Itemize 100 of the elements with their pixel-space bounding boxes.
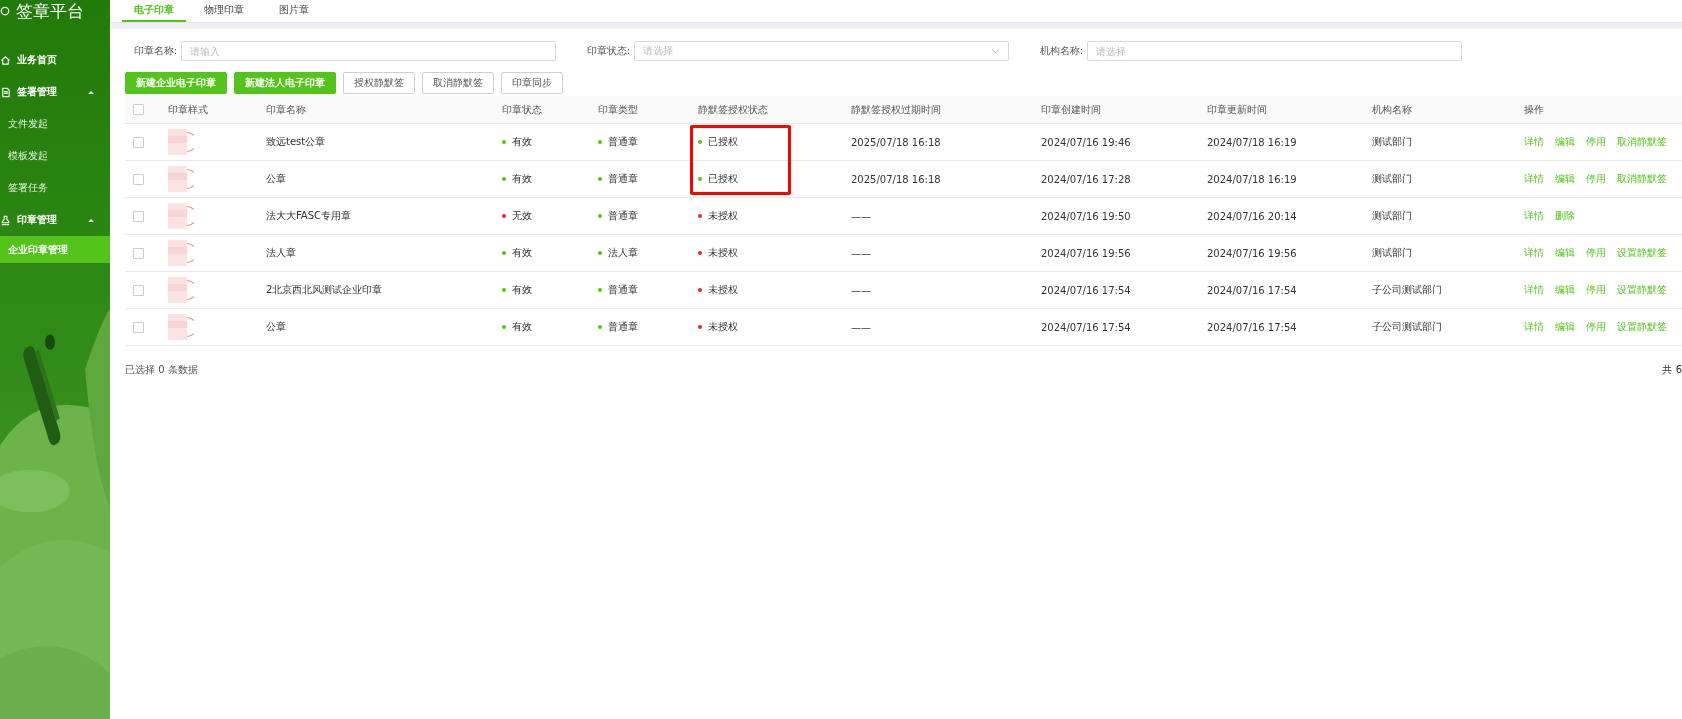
action-link[interactable]: 详情	[1524, 246, 1544, 260]
table-cell: 测试部门	[1372, 172, 1412, 186]
sidebar-group[interactable]: 签署管理	[0, 76, 110, 108]
input-field[interactable]: 请输入	[181, 41, 556, 61]
seal-icon	[168, 127, 194, 157]
select-field[interactable]: 请选择	[634, 41, 1009, 61]
action-link[interactable]: 详情	[1524, 135, 1544, 149]
table-cell: 有效	[512, 135, 532, 149]
action-link[interactable]: 详情	[1524, 209, 1544, 223]
action-link[interactable]: 编辑	[1555, 320, 1575, 334]
column-header: 印章创建时间	[1041, 102, 1101, 117]
sidebar-item[interactable]: 签署任务	[0, 172, 110, 204]
create-button[interactable]: 新建企业电子印章	[125, 72, 227, 94]
action-link[interactable]: 设置静默签	[1617, 283, 1667, 297]
column-header: 机构名称	[1372, 102, 1412, 117]
checkbox[interactable]	[133, 284, 144, 296]
sidebar-item[interactable]: 业务首页	[0, 44, 110, 76]
table-cell: 未授权	[708, 209, 738, 223]
table-cell: 2024/07/16 17:54	[1041, 321, 1131, 333]
checkbox[interactable]	[133, 210, 144, 222]
seal-icon	[168, 238, 194, 268]
action-link[interactable]: 编辑	[1555, 172, 1575, 186]
table-cell: 致远test公章	[266, 135, 326, 149]
seal-icon	[168, 164, 194, 194]
field-label: 机构名称:	[1038, 44, 1083, 58]
table-cell: 2024/07/16 19:50	[1041, 210, 1131, 222]
table-cell: 公章	[266, 320, 286, 334]
column-header: 印章更新时间	[1207, 102, 1267, 117]
app-title: 签章平台	[16, 0, 84, 23]
table-cell: 2024/07/16 17:54	[1207, 284, 1297, 296]
column-header: 操作	[1524, 102, 1544, 117]
tab[interactable]: 物理印章	[192, 0, 256, 22]
action-link[interactable]: 停用	[1586, 283, 1606, 297]
caret-icon	[88, 90, 94, 94]
table-cell: 已授权	[708, 135, 738, 149]
input-field[interactable]: 请选择	[1087, 41, 1462, 61]
action-link[interactable]: 停用	[1586, 172, 1606, 186]
action-link[interactable]: 删除	[1555, 209, 1575, 223]
action-button[interactable]: 授权静默签	[343, 72, 415, 94]
table-cell: ——	[851, 321, 871, 333]
home-icon	[0, 54, 11, 66]
table-cell: 法人章	[608, 246, 638, 260]
sidebar-item[interactable]: 企业印章管理	[0, 236, 110, 263]
column-header: 印章样式	[168, 102, 208, 117]
document-icon	[0, 86, 11, 98]
action-link[interactable]: 停用	[1586, 320, 1606, 334]
sidebar-item[interactable]: 模板发起	[0, 140, 110, 172]
table-cell: 普通章	[608, 209, 638, 223]
action-button[interactable]: 印章同步	[501, 72, 563, 94]
table-cell: 未授权	[708, 283, 738, 297]
table-cell: 2024/07/16 19:56	[1041, 247, 1131, 259]
action-link[interactable]: 详情	[1524, 283, 1544, 297]
table-cell: 测试部门	[1372, 246, 1412, 260]
checkbox[interactable]	[133, 104, 144, 115]
table-cell: 2024/07/18 16:19	[1207, 136, 1297, 148]
sidebar-item[interactable]: 文件发起	[0, 108, 110, 140]
checkbox[interactable]	[133, 247, 144, 259]
table-cell: 2024/07/16 17:28	[1041, 173, 1131, 185]
checkbox[interactable]	[133, 173, 144, 185]
table-cell: 2024/07/18 16:19	[1207, 173, 1297, 185]
caret-icon	[88, 218, 94, 222]
action-button[interactable]: 取消静默签	[422, 72, 494, 94]
action-link[interactable]: 取消静默签	[1617, 135, 1667, 149]
table-cell: ——	[851, 284, 871, 296]
table-cell: 公章	[266, 172, 286, 186]
checkbox[interactable]	[133, 136, 144, 148]
column-header: 静默签授权状态	[698, 102, 768, 117]
action-link[interactable]: 取消静默签	[1617, 172, 1667, 186]
table-cell: 测试部门	[1372, 135, 1412, 149]
action-link[interactable]: 编辑	[1555, 246, 1575, 260]
column-header: 印章名称	[266, 102, 306, 117]
chevron-down-icon	[991, 48, 1000, 54]
column-header: 印章状态	[502, 102, 542, 117]
checkbox[interactable]	[133, 321, 144, 333]
table-cell: 子公司测试部门	[1372, 283, 1442, 297]
total-count: 共 6	[1662, 363, 1682, 377]
table-cell: 有效	[512, 320, 532, 334]
table-cell: 2024/07/16 19:46	[1041, 136, 1131, 148]
table-cell: 2024/07/16 20:14	[1207, 210, 1297, 222]
create-button[interactable]: 新建法人电子印章	[234, 72, 336, 94]
table-cell: 法人章	[266, 246, 296, 260]
table-cell: 2024/07/16 17:54	[1207, 321, 1297, 333]
table-cell: 2024/07/16 19:56	[1207, 247, 1297, 259]
table-cell: 有效	[512, 283, 532, 297]
action-link[interactable]: 停用	[1586, 246, 1606, 260]
table-cell: 子公司测试部门	[1372, 320, 1442, 334]
table-cell: 法大大FASC专用章	[266, 209, 351, 223]
action-link[interactable]: 设置静默签	[1617, 246, 1667, 260]
selection-count: 已选择 0 条数据	[125, 363, 198, 377]
action-link[interactable]: 停用	[1586, 135, 1606, 149]
action-link[interactable]: 编辑	[1555, 135, 1575, 149]
action-link[interactable]: 编辑	[1555, 283, 1575, 297]
field-label: 印章状态:	[585, 44, 630, 58]
action-link[interactable]: 详情	[1524, 172, 1544, 186]
seal-icon	[168, 275, 194, 305]
tab[interactable]: 图片章	[262, 0, 326, 22]
sidebar-group[interactable]: 印章管理	[0, 204, 110, 236]
action-link[interactable]: 设置静默签	[1617, 320, 1667, 334]
table-cell: 2北京西北风测试企业印章	[266, 283, 383, 297]
action-link[interactable]: 详情	[1524, 320, 1544, 334]
